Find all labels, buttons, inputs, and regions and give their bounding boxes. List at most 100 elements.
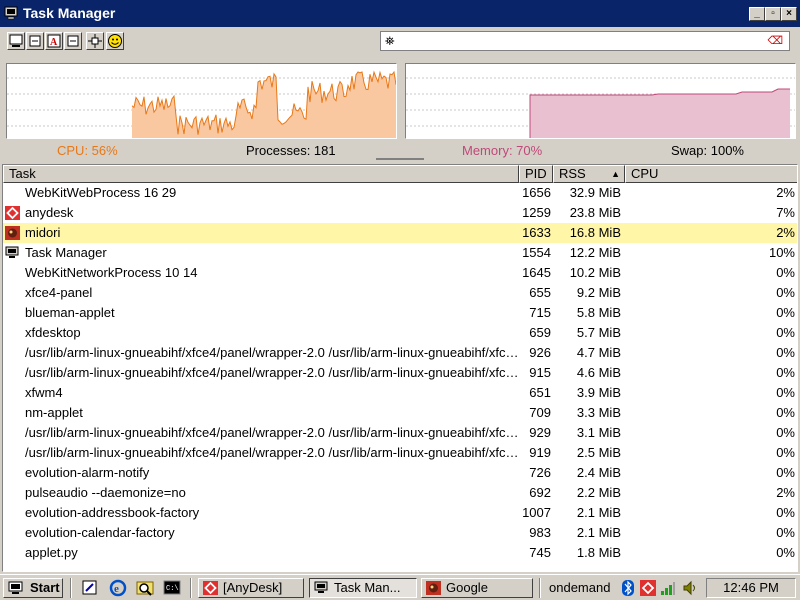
cpu-cell: 7%	[776, 205, 795, 220]
start-button[interactable]: Start	[3, 578, 63, 598]
smiley-icon	[108, 34, 122, 48]
table-row[interactable]: evolution-addressbook-factory 1007 2.1 MiB…	[3, 503, 797, 523]
cpu-cell: 0%	[776, 385, 795, 400]
font-button[interactable]: A	[45, 32, 63, 50]
cpu-usage-label: CPU: 56%	[57, 143, 118, 158]
title-bar[interactable]: Task Manager _ ▫ ×	[0, 0, 800, 27]
table-row[interactable]: /usr/lib/arm-linux-gnueabihf/xfce4/panel…	[3, 363, 797, 383]
column-header-rss[interactable]: RSS ▲	[553, 165, 625, 183]
cpu-cell: 2%	[776, 485, 795, 500]
table-row[interactable]: xfce4-panel 655 9.2 MiB 0%	[3, 283, 797, 303]
pid-cell: 745	[529, 545, 551, 560]
task-name-cell: xfce4-panel	[25, 285, 93, 300]
cpu-cell: 0%	[776, 305, 795, 320]
column-header-task[interactable]: Task	[3, 165, 519, 183]
table-row[interactable]: WebKitWebProcess 16 29 1656 32.9 MiB 2%	[3, 183, 797, 203]
table-row[interactable]: /usr/lib/arm-linux-gnueabihf/xfce4/panel…	[3, 343, 797, 363]
rss-cell: 4.7 MiB	[576, 345, 621, 360]
maximize-button[interactable]: ▫	[765, 7, 781, 21]
settings-button[interactable]	[7, 32, 25, 50]
rss-cell: 2.2 MiB	[576, 485, 621, 500]
table-row-selected[interactable]: midori 1633 16.8 MiB 2%	[3, 223, 797, 243]
network-signal-icon[interactable]	[660, 580, 676, 596]
table-row[interactable]: applet.py 745 1.8 MiB 0%	[3, 543, 797, 563]
cpu-cell: 0%	[776, 445, 795, 460]
task-name-cell: nm-applet	[25, 405, 83, 420]
terminal-launcher-icon[interactable]: C:\	[163, 579, 181, 597]
taskbar-window-label: Task Man...	[334, 580, 401, 595]
pid-cell: 926	[529, 345, 551, 360]
column-header-pid[interactable]: PID	[519, 165, 553, 183]
search-launcher-icon[interactable]	[136, 579, 154, 597]
task-name-cell: xfdesktop	[25, 325, 81, 340]
cpu-governor-label[interactable]: ondemand	[549, 580, 610, 595]
anydesk-icon	[5, 206, 20, 220]
column-header-cpu[interactable]: CPU	[625, 165, 797, 183]
search-input[interactable]	[403, 33, 763, 49]
editor-launcher-icon[interactable]	[81, 579, 99, 597]
pid-cell: 651	[529, 385, 551, 400]
anydesk-tray-icon[interactable]	[640, 580, 656, 596]
taskbar-window-label: [AnyDesk]	[223, 580, 283, 595]
table-row[interactable]: /usr/lib/arm-linux-gnueabihf/xfce4/panel…	[3, 443, 797, 463]
process-table[interactable]: Task PID RSS ▲ CPU WebKitWebProcess 16 2…	[2, 164, 798, 572]
rss-cell: 2.5 MiB	[576, 445, 621, 460]
bluetooth-icon[interactable]	[622, 580, 634, 596]
taskbar-separator	[70, 578, 72, 598]
table-row[interactable]: anydesk 1259 23.8 MiB 7%	[3, 203, 797, 223]
collapse-all-button[interactable]	[64, 32, 82, 50]
pane-splitter[interactable]	[376, 158, 424, 160]
table-row[interactable]: /usr/lib/arm-linux-gnueabihf/xfce4/panel…	[3, 423, 797, 443]
rss-cell: 23.8 MiB	[569, 205, 621, 220]
taskbar: Start e C:\ [AnyDesk] Task Man... Google o…	[0, 574, 800, 600]
task-manager-icon	[5, 246, 19, 258]
search-box[interactable]: ⛯ ⌫	[380, 31, 790, 51]
pid-cell: 919	[529, 445, 551, 460]
table-row[interactable]: Task Manager 1554 12.2 MiB 10%	[3, 243, 797, 263]
clear-search-icon[interactable]: ⌫	[767, 34, 783, 47]
task-name-cell: midori	[25, 225, 61, 240]
tree-view-button[interactable]	[86, 32, 104, 50]
collapse-button[interactable]	[26, 32, 44, 50]
cpu-cell: 2%	[776, 225, 795, 240]
table-row[interactable]: nm-applet 709 3.3 MiB 0%	[3, 403, 797, 423]
task-manager-icon	[4, 6, 18, 20]
pid-cell: 1645	[522, 265, 551, 280]
cpu-cell: 0%	[776, 425, 795, 440]
close-button[interactable]: ×	[781, 7, 797, 21]
pid-cell: 726	[529, 465, 551, 480]
minimize-button[interactable]: _	[749, 7, 765, 21]
pid-cell: 1554	[522, 245, 551, 260]
cpu-cell: 0%	[776, 505, 795, 520]
volume-icon[interactable]	[682, 580, 698, 596]
table-row[interactable]: evolution-calendar-factory 983 2.1 MiB 0%	[3, 523, 797, 543]
rss-cell: 32.9 MiB	[569, 185, 621, 200]
cpu-cell: 0%	[776, 285, 795, 300]
table-row[interactable]: xfdesktop 659 5.7 MiB 0%	[3, 323, 797, 343]
start-icon	[8, 581, 23, 594]
table-row[interactable]: blueman-applet 715 5.8 MiB 0%	[3, 303, 797, 323]
about-button[interactable]	[106, 32, 124, 50]
table-row[interactable]: WebKitNetworkProcess 10 14 1645 10.2 MiB 0%	[3, 263, 797, 283]
rss-cell: 4.6 MiB	[576, 365, 621, 380]
cpu-cell: 0%	[776, 345, 795, 360]
svg-text:C:\: C:\	[166, 585, 179, 593]
pid-cell: 715	[529, 305, 551, 320]
table-row[interactable]: xfwm4 651 3.9 MiB 0%	[3, 383, 797, 403]
taskbar-window-button[interactable]: Google	[421, 578, 533, 598]
table-row[interactable]: evolution-alarm-notify 726 2.4 MiB 0%	[3, 463, 797, 483]
taskbar-window-button[interactable]: Task Man...	[309, 578, 417, 598]
pid-cell: 1633	[522, 225, 551, 240]
rss-cell: 2.4 MiB	[576, 465, 621, 480]
rss-cell: 12.2 MiB	[569, 245, 621, 260]
pid-cell: 1259	[522, 205, 551, 220]
clock[interactable]: 12:46 PM	[706, 578, 796, 598]
task-name-cell: WebKitNetworkProcess 10 14	[25, 265, 198, 280]
pid-cell: 929	[529, 425, 551, 440]
table-row[interactable]: pulseaudio --daemonize=no 692 2.2 MiB 2%	[3, 483, 797, 503]
browser-launcher-icon[interactable]: e	[109, 579, 127, 597]
taskbar-window-button[interactable]: [AnyDesk]	[198, 578, 304, 598]
task-name-cell: /usr/lib/arm-linux-gnueabihf/xfce4/panel…	[25, 365, 519, 380]
window-title: Task Manager	[23, 5, 116, 21]
anydesk-icon	[203, 581, 218, 595]
